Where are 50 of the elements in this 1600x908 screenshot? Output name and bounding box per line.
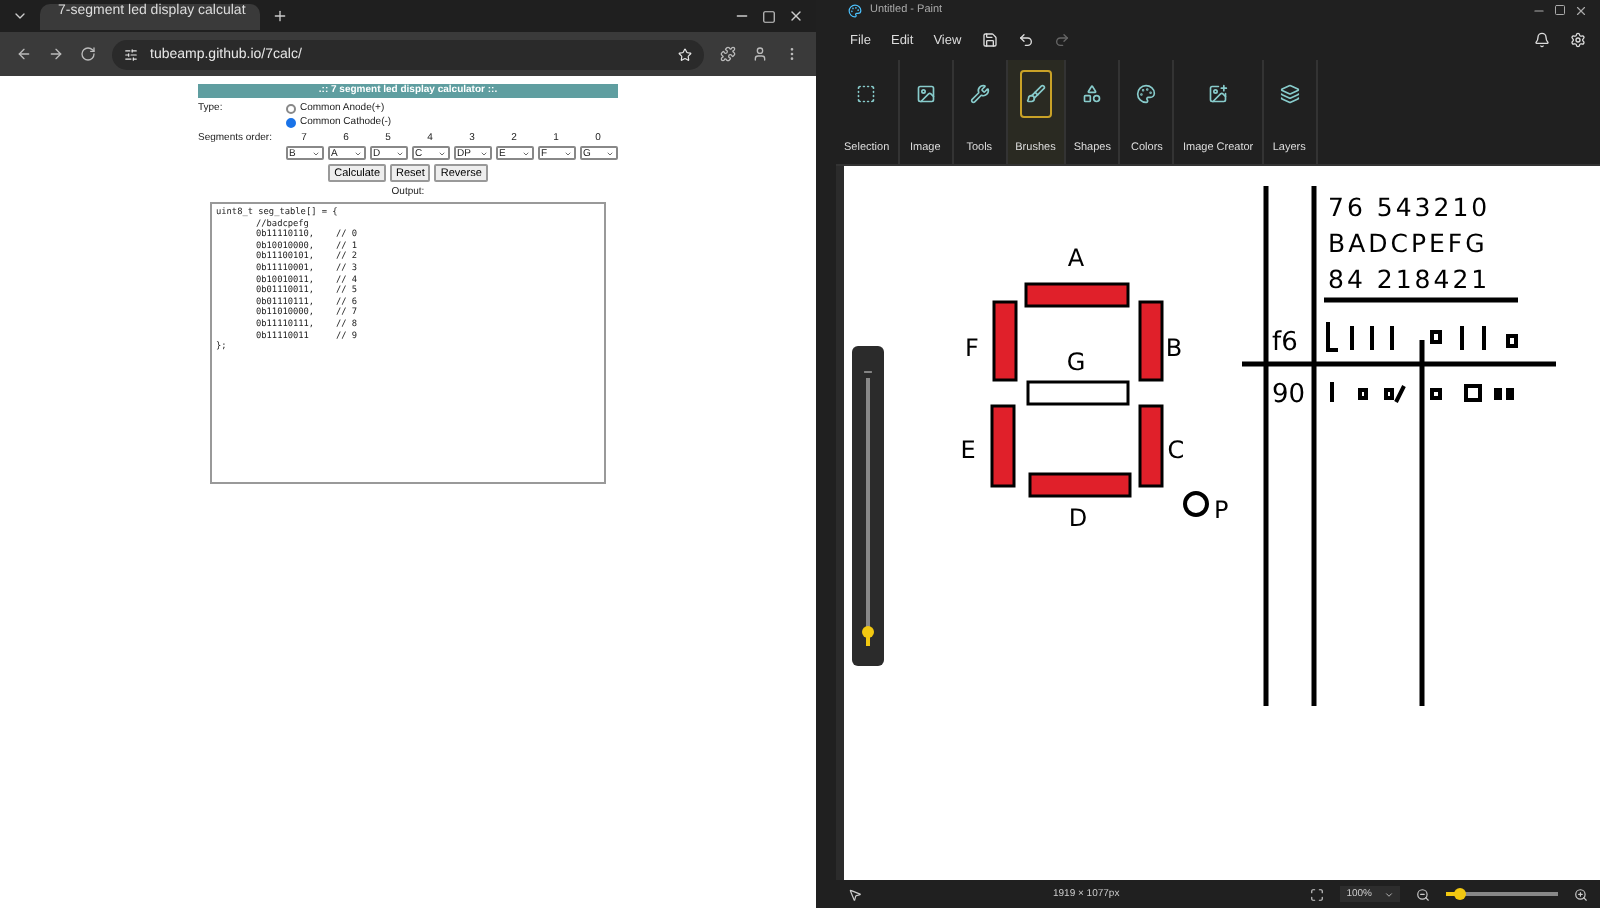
- new-tab-icon[interactable]: [272, 8, 288, 24]
- image-tool-icon: [915, 84, 936, 104]
- slider-thumb[interactable]: [1453, 888, 1466, 900]
- back-icon[interactable]: [16, 46, 32, 62]
- radio-button[interactable]: [286, 117, 296, 127]
- profile-icon[interactable]: [752, 46, 768, 62]
- segment-label: E: [960, 436, 976, 464]
- forward-icon[interactable]: [48, 46, 64, 62]
- layers-tool-icon: [1279, 84, 1300, 104]
- settings-icon[interactable]: [1570, 32, 1586, 48]
- segment-label: D: [1068, 504, 1088, 532]
- bit-table-text: BADCPEFG: [1328, 228, 1488, 258]
- zoom-in-icon[interactable]: [1574, 887, 1588, 901]
- bit-table-text: 84 218421: [1328, 264, 1491, 294]
- shapes-tool-icon: [1082, 84, 1103, 104]
- tools-tool-icon: [969, 84, 990, 104]
- segment-label: G: [1066, 348, 1086, 376]
- tab-list-icon[interactable]: [12, 8, 28, 24]
- selection-tool-icon: [856, 84, 877, 104]
- zoom-out-icon[interactable]: [1416, 887, 1430, 901]
- row-label: 90: [1272, 380, 1306, 410]
- output-field[interactable]: [210, 202, 606, 484]
- bit-table-text: 76 543210: [1328, 192, 1491, 222]
- site-info-icon[interactable]: [124, 47, 138, 61]
- segment-label: A: [1067, 244, 1085, 272]
- segment-label: C: [1167, 436, 1185, 464]
- segment-label: F: [965, 334, 979, 362]
- segment-label: P: [1214, 496, 1229, 524]
- creator-tool-icon: [1208, 84, 1229, 104]
- radio-button[interactable]: [286, 103, 296, 113]
- bell-icon[interactable]: [1534, 32, 1550, 48]
- maximize-icon[interactable]: [762, 9, 776, 23]
- segment-label: B: [1165, 334, 1183, 362]
- star-icon[interactable]: [678, 47, 692, 61]
- paint-logo-icon: [848, 3, 862, 17]
- save-icon[interactable]: [981, 32, 998, 48]
- reload-icon[interactable]: [80, 46, 96, 62]
- pointer-icon: [848, 887, 862, 901]
- point-circle: [1183, 491, 1209, 517]
- row-label: f6: [1272, 328, 1298, 358]
- close-icon[interactable]: [1574, 3, 1588, 17]
- extensions-icon[interactable]: [720, 46, 736, 62]
- fit-icon[interactable]: [1310, 887, 1325, 901]
- brushes-tool-icon: [1025, 84, 1046, 104]
- undo-icon[interactable]: [1017, 32, 1034, 48]
- close-icon[interactable]: [788, 8, 804, 24]
- colors-tool-icon: [1136, 84, 1157, 104]
- redo-icon[interactable]: [1053, 32, 1070, 48]
- slider-thumb[interactable]: [862, 626, 874, 639]
- maximize-icon[interactable]: [1554, 4, 1566, 16]
